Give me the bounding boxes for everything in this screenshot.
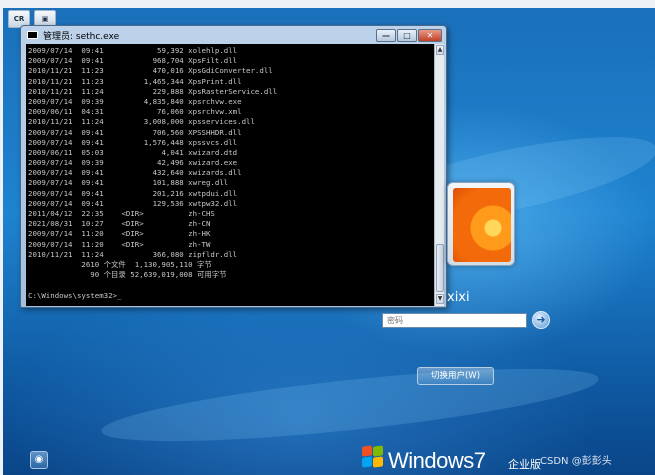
console-titlebar[interactable]: 管理员: sethc.exe — □ ✕ [21,26,446,44]
user-tile[interactable] [447,182,515,266]
console-scrollbar[interactable]: ▲ ▼ [434,44,444,306]
console-icon [27,31,38,39]
console-line: 2009/07/14 09:41 432,640 xwizards.dll [28,168,242,178]
console-line: 2010/11/21 11:24 366,080 zipfldr.dll [28,249,238,259]
user-avatar [453,188,511,262]
screen-edge-left [0,0,3,475]
screen-edge-top [0,0,655,8]
scroll-down-icon[interactable]: ▼ [436,294,444,304]
scroll-thumb[interactable] [436,244,444,292]
close-button[interactable]: ✕ [418,29,442,42]
console-line: 2009/07/14 11:20 <DIR> zh-TW [28,239,211,249]
console-line: 2010/11/21 11:23 470,016 XpsGdiConverter… [28,66,273,76]
console-line: 2010/11/21 11:24 3,008,000 xpsservices.d… [28,117,255,127]
console-line: 2010/11/21 11:24 229,888 XpsRasterServic… [28,86,278,96]
console-line: 2009/07/14 09:41 1,576,448 xpssvcs.dll [28,137,238,147]
console-line: 2009/07/14 09:41 59,392 xolehlp.dll [28,46,238,55]
background-streak [98,354,602,456]
console-line: 2610 个文件 1,130,905,110 字节 [28,259,212,269]
console-line: 2009/07/14 09:41 101,888 xwreg.dll [28,178,229,188]
watermark: CSDN @彭彭头 [540,456,612,467]
ease-of-access-icon[interactable]: ◉ [30,451,48,469]
logo-pane [373,445,383,457]
console-line: 2009/06/11 04:31 76,060 xpsrchvw.xml [28,107,242,117]
logo-pane [373,456,383,468]
minimize-button[interactable]: — [376,29,396,42]
switch-user-button[interactable]: 切换用户(W) [417,367,494,385]
console-line: 2009/07/14 09:41 201,216 xwtpdui.dll [28,188,238,198]
console-line: 2009/07/14 09:39 42,496 xwizard.exe [28,158,238,168]
console-line: 2009/07/14 09:41 706,560 XPSSHHDR.dll [28,127,242,137]
logo-pane [362,456,372,468]
console-line: 2011/04/12 22:35 <DIR> zh-CHS [28,209,215,218]
scroll-up-icon[interactable]: ▲ [436,45,444,55]
console-line: C:\Windows\system32>_ [28,290,122,300]
windows-logo-icon [362,445,384,468]
password-field[interactable] [382,313,527,328]
brand-name: Windows [388,448,474,473]
console-line: 2009/07/14 09:39 4,835,840 xpsrchvw.exe [28,96,242,106]
console-window[interactable]: 管理员: sethc.exe — □ ✕ 2009/07/14 09:41 59… [20,25,447,308]
console-line: 2009/07/14 11:20 <DIR> zh-HK [28,229,211,239]
brand-version: 7 [473,448,486,473]
console-line: 90 个目录 52,639,019,008 可用字节 [28,270,227,280]
maximize-button[interactable]: □ [397,29,417,42]
console-line: 2010/11/21 11:23 1,465,344 XpsPrint.dll [28,76,242,86]
edition-label: 企业版 [508,458,541,471]
logo-pane [362,445,372,457]
username-label: xixi [447,290,470,305]
windows-brand: Windows7 [388,448,486,474]
console-line: 2009/07/14 09:41 968,704 XpsFilt.dll [28,56,238,66]
console-output[interactable]: 2009/07/14 09:41 59,392 xolehlp.dll 2009/… [26,44,434,306]
console-line: 2021/08/31 10:27 <DIR> zh-CN [28,219,211,229]
submit-arrow-button[interactable]: ➜ [532,311,550,329]
console-line: 2009/06/11 05:03 4,041 xwizard.dtd [28,147,238,157]
console-title: 管理员: sethc.exe [43,32,120,42]
console-line: 2009/07/14 09:41 129,536 xwtpw32.dll [28,198,238,208]
